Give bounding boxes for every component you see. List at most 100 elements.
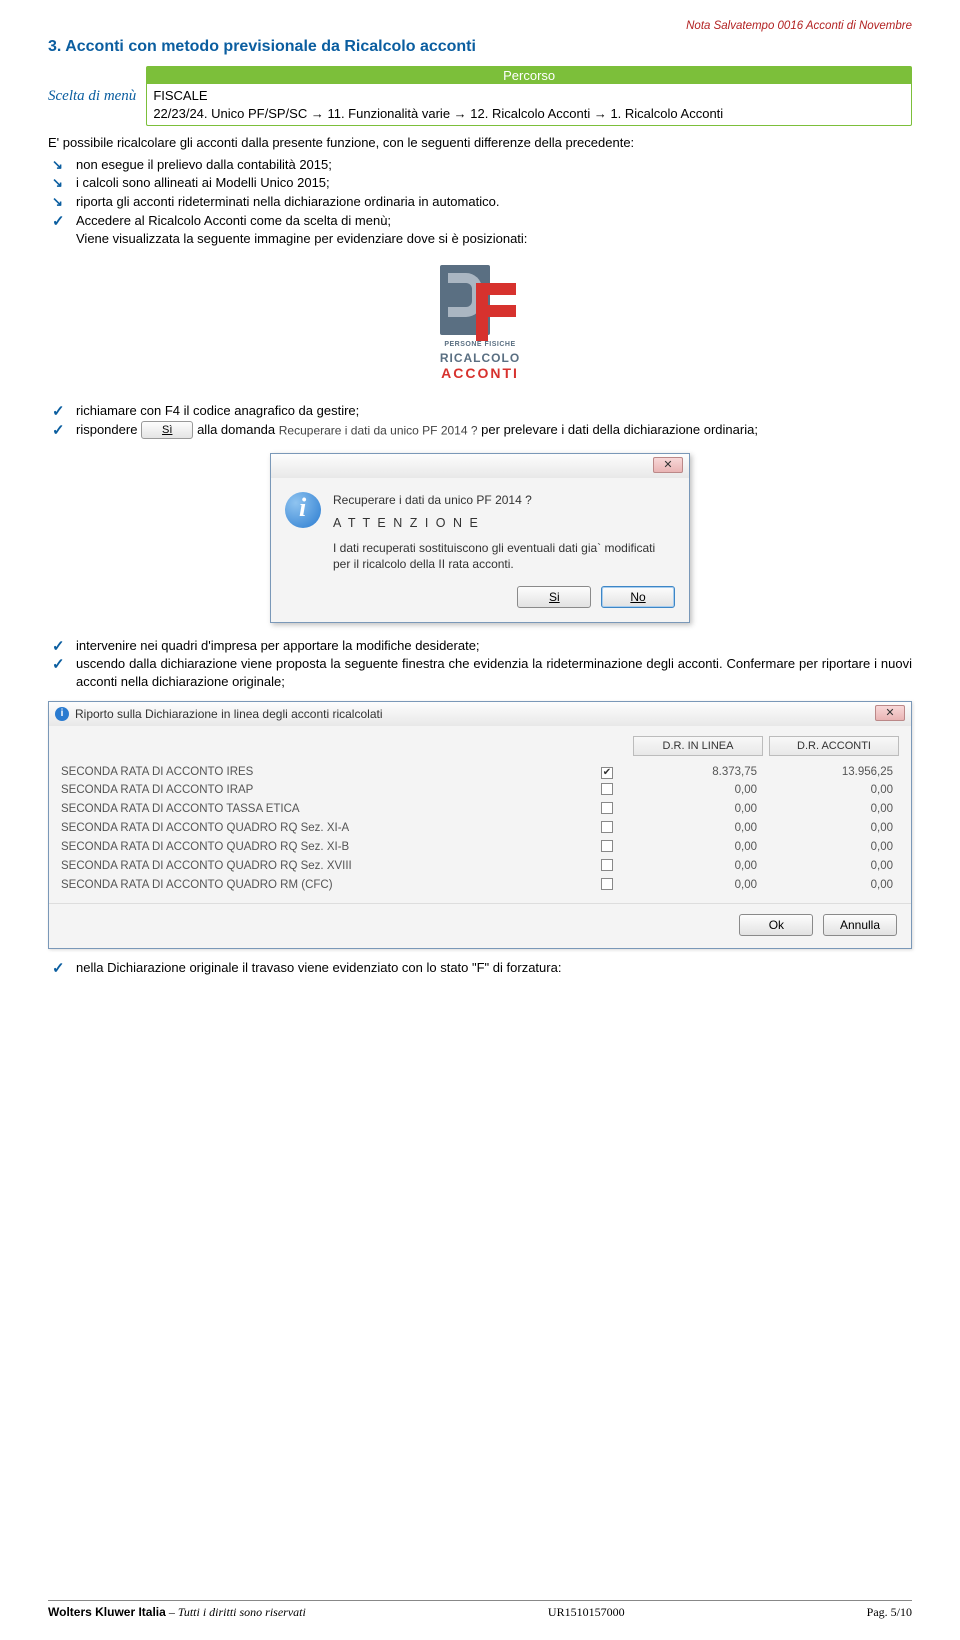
row-label: SECONDA RATA DI ACCONTO TASSA ETICA [61,803,587,815]
row-value-acconti: 0,00 [769,803,899,815]
row-checkbox-cell [587,821,627,836]
dialog-message: Recuperare i dati da unico PF 2014 ? A T… [333,492,675,571]
row-checkbox-cell [587,802,627,817]
text: alla domanda [197,422,279,437]
check-line: Accedere al Ricalcolo Acconti come da sc… [76,213,391,228]
pf-logo: PERSONE FISICHE RICALCOLO ACCONTI [410,265,550,385]
column-headers: D.R. IN LINEA D.R. ACCONTI [49,726,911,762]
close-icon[interactable]: ✕ [653,457,683,473]
row-value-linea: 0,00 [633,879,763,891]
check-list-3: intervenire nei quadri d'impresa per app… [48,637,912,691]
logo-letter-f [476,283,520,341]
row-checkbox-cell [587,859,627,874]
check-item: intervenire nei quadri d'impresa per app… [68,637,912,655]
check-line: Viene visualizzata la seguente immagine … [76,231,527,246]
row-checkbox-cell [587,878,627,893]
percorso-line2: 22/23/24. Unico PF/SP/SC → 11. Funzional… [153,105,905,123]
row-label: SECONDA RATA DI ACCONTO IRAP [61,784,587,796]
table-row: SECONDA RATA DI ACCONTO IRES ✔ 8.373,75 13.… [61,764,899,781]
percorso-header: Percorso [147,67,911,84]
ok-button[interactable]: Ok [739,914,813,936]
table-row: SECONDA RATA DI ACCONTO QUADRO RQ Sez. X… [61,819,899,838]
table-row: SECONDA RATA DI ACCONTO QUADRO RQ Sez. X… [61,838,899,857]
checkbox[interactable] [601,878,613,890]
dialog-recuperare: ✕ Recuperare i dati da unico PF 2014 ? A… [270,453,690,622]
col-header-linea: D.R. IN LINEA [633,736,763,756]
row-value-linea: 0,00 [633,784,763,796]
logo-text-3: ACCONTI [410,365,550,381]
table-row: SECONDA RATA DI ACCONTO IRAP 0,00 0,00 [61,781,899,800]
checkbox[interactable]: ✔ [601,767,613,779]
footer-page: Pag. 5/10 [867,1605,912,1620]
dialog2-buttons: Ok Annulla [49,903,911,948]
menu-row: Scelta di menù Percorso FISCALE 22/23/24… [48,66,912,126]
checkbox[interactable] [601,840,613,852]
page-footer: Wolters Kluwer Italia – Tutti i diritti … [48,1600,912,1620]
percorso-body: FISCALE 22/23/24. Unico PF/SP/SC → 11. F… [147,84,911,125]
arrow-item: i calcoli sono allineati ai Modelli Unic… [68,174,912,192]
row-label: SECONDA RATA DI ACCONTO QUADRO RM (CFC) [61,879,587,891]
dialog-attention: A T T E N Z I O N E [333,515,675,532]
row-checkbox-cell: ✔ [587,766,627,779]
row-label: SECONDA RATA DI ACCONTO IRES [61,766,587,778]
dialog2-title: Riporto sulla Dichiarazione in linea deg… [75,707,383,721]
si-button[interactable]: Si [517,586,591,608]
check-list-4: nella Dichiarazione originale il travaso… [48,959,912,977]
arrow-list: non esegue il prelievo dalla contabilità… [48,156,912,211]
check-item: uscendo dalla dichiarazione viene propos… [68,655,912,690]
info-icon: i [55,707,69,721]
row-value-acconti: 0,00 [769,841,899,853]
row-value-linea: 0,00 [633,803,763,815]
annulla-button[interactable]: Annulla [823,914,897,936]
row-value-linea: 0,00 [633,841,763,853]
percorso-line1: FISCALE [153,87,905,105]
text: rispondere [76,422,141,437]
row-value-linea: 0,00 [633,822,763,834]
arrow-item: non esegue il prelievo dalla contabilità… [68,156,912,174]
section-title: 3. Acconti con metodo previsionale da Ri… [48,38,912,56]
row-label: SECONDA RATA DI ACCONTO QUADRO RQ Sez. X… [61,860,587,872]
checkbox[interactable] [601,802,613,814]
footer-code: UR1510157000 [548,1605,625,1620]
table-row: SECONDA RATA DI ACCONTO QUADRO RQ Sez. X… [61,857,899,876]
close-icon[interactable]: ✕ [875,705,905,721]
check-list-1: Accedere al Ricalcolo Acconti come da sc… [48,212,912,247]
arrow-item: riporta gli acconti rideterminati nella … [68,193,912,211]
row-label: SECONDA RATA DI ACCONTO QUADRO RQ Sez. X… [61,822,587,834]
row-checkbox-cell [587,783,627,798]
no-button[interactable]: No [601,586,675,608]
percorso-box: Percorso FISCALE 22/23/24. Unico PF/SP/S… [146,66,912,126]
dialog-body-text: I dati recuperati sostituiscono gli even… [333,540,675,572]
row-value-acconti: 0,00 [769,879,899,891]
checkbox[interactable] [601,859,613,871]
inline-question: Recuperare i dati da unico PF 2014 ? [279,423,478,437]
dialog-titlebar: ✕ [271,454,689,478]
checkbox[interactable] [601,783,613,795]
row-checkbox-cell [587,840,627,855]
si-button-inline[interactable]: Sì [141,421,193,439]
table-rows: SECONDA RATA DI ACCONTO IRES ✔ 8.373,75 13.… [49,762,911,897]
row-value-linea: 0,00 [633,860,763,872]
logo-text-2: RICALCOLO [410,351,550,365]
row-value-acconti: 13.956,25 [769,766,899,778]
check-list-2: richiamare con F4 il codice anagrafico d… [48,402,912,439]
dialog-question: Recuperare i dati da unico PF 2014 ? [333,492,675,508]
row-value-acconti: 0,00 [769,784,899,796]
text: per prelevare i dati della dichiarazione… [481,422,758,437]
si-label: Si [549,590,560,604]
col-header-acconti: D.R. ACCONTI [769,736,899,756]
table-row: SECONDA RATA DI ACCONTO QUADRO RM (CFC) 0… [61,876,899,895]
info-icon [285,492,321,528]
table-row: SECONDA RATA DI ACCONTO TASSA ETICA 0,00 0… [61,800,899,819]
check-item: Accedere al Ricalcolo Acconti come da sc… [68,212,912,247]
pf-logo-block: PERSONE FISICHE RICALCOLO ACCONTI [48,265,912,388]
footer-left: Wolters Kluwer Italia – Tutti i diritti … [48,1605,306,1620]
dialog-body: Recuperare i dati da unico PF 2014 ? A T… [271,478,689,577]
no-label: No [630,590,645,604]
checkbox[interactable] [601,821,613,833]
check-item: rispondere Sì alla domanda Recuperare i … [68,421,912,440]
row-value-linea: 8.373,75 [633,766,763,778]
row-value-acconti: 0,00 [769,860,899,872]
intro-paragraph: E' possibile ricalcolare gli acconti dal… [48,134,912,152]
footer-rights: – Tutti i diritti sono riservati [166,1605,306,1619]
